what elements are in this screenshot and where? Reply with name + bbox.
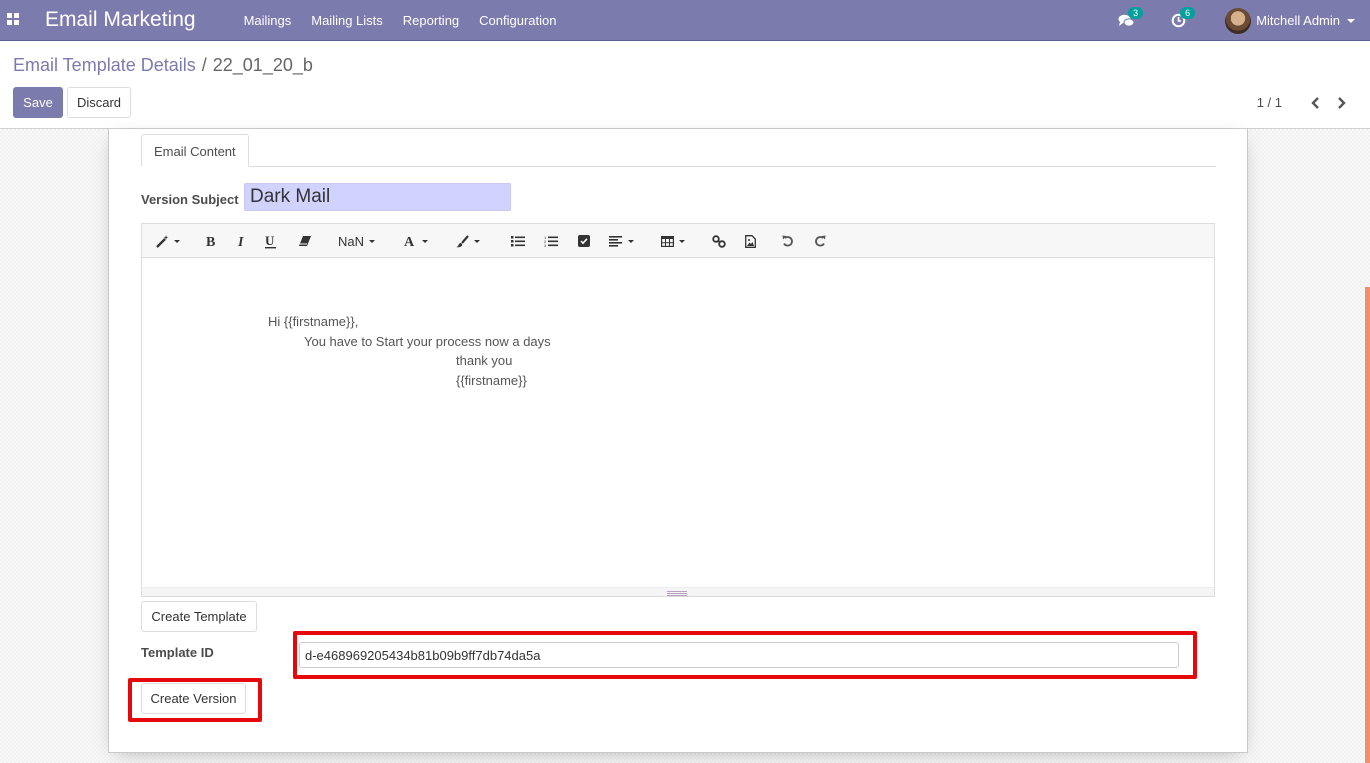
chevron-left-icon — [1310, 96, 1319, 109]
template-id-input[interactable] — [299, 642, 1179, 668]
insert-picture-button[interactable] — [745, 232, 756, 250]
picture-icon — [745, 234, 756, 248]
ordered-list-button[interactable]: 123 — [544, 232, 558, 250]
link-button[interactable] — [712, 232, 726, 250]
pager-value: 1 / 1 — [1256, 95, 1282, 110]
email-body-editor[interactable]: Hi {{firstname}}, You have to Start your… — [142, 258, 1214, 588]
bold-button[interactable]: B — [206, 232, 218, 250]
messages-button[interactable]: 3 — [1117, 6, 1144, 29]
italic-icon: I — [237, 235, 244, 248]
activities-button[interactable]: 6 — [1169, 6, 1196, 29]
page-scrollbar[interactable] — [1365, 129, 1370, 763]
chevron-down-icon — [1347, 18, 1355, 23]
svg-text:B: B — [206, 235, 215, 248]
link-icon — [712, 234, 726, 248]
control-panel: Email Template Details/22_01_20_b Save D… — [0, 41, 1370, 129]
app-brand[interactable]: Email Marketing — [45, 8, 196, 32]
font-size-dropdown[interactable]: NaN — [338, 232, 376, 250]
html-editor: B I U NaN A 1 2 3 Hi {{firstname}}, You … — [141, 223, 1215, 597]
menu-mailing-lists[interactable]: Mailing Lists — [311, 13, 383, 28]
avatar — [1225, 7, 1252, 34]
unordered-list-button[interactable] — [511, 232, 525, 250]
redo-button[interactable] — [814, 232, 826, 250]
font-size-value: NaN — [338, 233, 365, 249]
font-color-button[interactable]: A — [404, 232, 428, 250]
grip-icon — [667, 591, 687, 596]
discard-button[interactable]: Discard — [67, 87, 131, 118]
checkbox-icon — [578, 235, 590, 247]
messages-badge: 3 — [1128, 6, 1144, 19]
breadcrumb-parent-link[interactable]: Email Template Details — [13, 55, 196, 75]
pager: 1 / 1 — [1257, 95, 1348, 110]
bold-icon: B — [206, 235, 215, 248]
svg-text:3: 3 — [544, 243, 547, 248]
create-template-button[interactable]: Create Template — [141, 601, 257, 632]
style-dropdown-button[interactable] — [156, 232, 180, 250]
list-ol-icon: 123 — [544, 235, 558, 248]
checklist-button[interactable] — [578, 232, 590, 250]
chevron-right-icon — [1337, 96, 1346, 109]
form-sheet: Email Content Version Subject B I U — [108, 129, 1248, 753]
pager-next-button[interactable] — [1334, 96, 1348, 110]
save-button[interactable]: Save — [13, 87, 63, 118]
body-line: thank you — [456, 353, 513, 368]
background-color-button[interactable] — [456, 232, 480, 250]
list-ul-icon — [511, 236, 525, 247]
paragraph-align-dropdown[interactable] — [609, 232, 634, 250]
svg-text:I: I — [237, 235, 244, 248]
template-id-label: Template ID — [141, 645, 214, 660]
user-menu[interactable]: Mitchell Admin — [1225, 7, 1355, 34]
undo-icon — [782, 235, 793, 247]
table-icon — [661, 235, 674, 247]
menu-configuration[interactable]: Configuration — [479, 13, 556, 28]
underline-button[interactable]: U — [265, 232, 277, 250]
magic-wand-icon — [156, 234, 169, 248]
activities-badge: 6 — [1180, 6, 1196, 19]
body-line: You have to Start your process now a day… — [304, 334, 551, 349]
font-color-icon: A — [404, 235, 415, 248]
grid-apps-icon[interactable] — [7, 13, 21, 27]
eraser-icon — [299, 236, 311, 246]
breadcrumb-separator: / — [201, 55, 207, 75]
italic-button[interactable]: I — [237, 232, 247, 250]
create-version-button[interactable]: Create Version — [141, 683, 246, 714]
form-view: Email Content Version Subject B I U — [0, 129, 1370, 763]
scrollbar-thumb[interactable] — [1365, 287, 1370, 763]
align-left-icon — [609, 236, 622, 247]
body-line: {{firstname}} — [456, 373, 527, 388]
svg-text:U: U — [265, 234, 275, 248]
menu-reporting[interactable]: Reporting — [403, 13, 459, 28]
clear-format-button[interactable] — [298, 232, 312, 250]
table-dropdown[interactable] — [661, 232, 685, 250]
top-navbar: Email Marketing Mailings Mailing Lists R… — [0, 0, 1370, 41]
notebook-tabs: Email Content — [141, 134, 1216, 167]
svg-text:A: A — [404, 235, 415, 248]
editor-toolbar: B I U NaN A 1 2 3 — [142, 224, 1214, 258]
paint-brush-icon — [456, 234, 469, 247]
pager-previous-button[interactable] — [1308, 96, 1322, 110]
version-subject-label: Version Subject — [141, 192, 239, 207]
breadcrumb-current: 22_01_20_b — [212, 55, 313, 75]
undo-button[interactable] — [782, 232, 794, 250]
user-name: Mitchell Admin — [1256, 13, 1340, 28]
body-line: Hi {{firstname}}, — [268, 314, 359, 329]
menu-mailings[interactable]: Mailings — [244, 13, 292, 28]
breadcrumb: Email Template Details/22_01_20_b — [13, 55, 313, 76]
tab-email-content[interactable]: Email Content — [141, 134, 249, 167]
version-subject-input[interactable] — [244, 183, 511, 211]
editor-resize-handle[interactable] — [142, 587, 1214, 596]
underline-icon: U — [265, 234, 276, 248]
redo-icon — [815, 235, 826, 247]
